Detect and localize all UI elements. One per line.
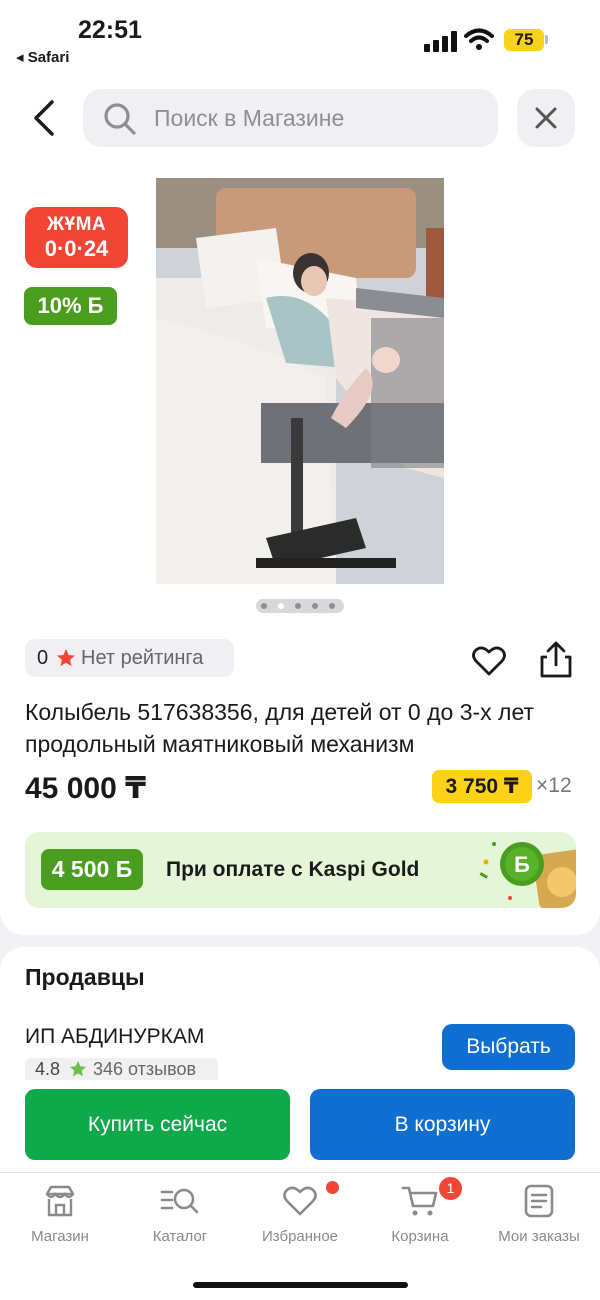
rating-value: 0 xyxy=(37,647,49,669)
rating-text: Нет рейтинга xyxy=(81,647,204,669)
kaspi-gold-card-icon: Б xyxy=(479,842,576,908)
tab-label: Мои заказы xyxy=(498,1228,580,1245)
gallery-dot-active[interactable] xyxy=(278,603,284,609)
back-to-safari[interactable]: ◂ Safari xyxy=(16,48,69,66)
tab-label: Каталог xyxy=(152,1228,208,1245)
search-icon xyxy=(104,103,136,135)
heart-icon xyxy=(283,1186,317,1216)
tab-catalog[interactable]: Каталог xyxy=(125,1184,235,1254)
tab-shop[interactable]: Магазин xyxy=(5,1184,115,1254)
star-icon xyxy=(57,649,75,667)
gallery-dot[interactable] xyxy=(261,603,267,609)
battery-indicator: 75 xyxy=(504,29,544,51)
tab-favorites[interactable]: Избранное xyxy=(245,1184,355,1254)
cart-count-badge: 1 xyxy=(439,1177,462,1200)
favorite-heart-icon[interactable] xyxy=(472,645,506,677)
seller-name[interactable]: ИП АБДИНУРКАМ xyxy=(25,1025,204,1049)
close-icon xyxy=(535,107,557,129)
search-input[interactable]: Поиск в Магазине xyxy=(154,105,344,132)
tab-orders[interactable]: Мои заказы xyxy=(484,1184,594,1254)
gallery-dot[interactable] xyxy=(295,603,301,609)
home-indicator[interactable] xyxy=(193,1282,408,1288)
buy-now-button[interactable]: Купить сейчас xyxy=(25,1089,290,1160)
kaspi-gold-text: При оплате с Kaspi Gold xyxy=(166,858,420,881)
battery-tip xyxy=(545,35,548,44)
close-button[interactable] xyxy=(517,89,575,147)
product-price: 45 000 ₸ xyxy=(25,772,146,805)
bonus-badge: 10% Б xyxy=(24,287,117,325)
rating-pill[interactable]: 0 Нет рейтинга xyxy=(25,639,234,677)
kaspi-gold-bonus: 4 500 Б xyxy=(41,849,143,890)
tab-label: Магазин xyxy=(31,1228,89,1245)
shop-icon xyxy=(45,1185,75,1217)
seller-rating-value: 4.8 xyxy=(35,1059,61,1079)
star-icon xyxy=(69,1060,87,1077)
sellers-title: Продавцы xyxy=(25,964,145,990)
status-time: 22:51 xyxy=(78,16,142,44)
search-bar[interactable]: Поиск в Магазине xyxy=(83,89,498,147)
add-to-cart-button[interactable]: В корзину xyxy=(310,1089,575,1160)
seller-rating: 4.8 346 отзывов xyxy=(25,1058,218,1080)
signal-icon xyxy=(424,30,458,52)
product-title: Колыбель 517638356, для детей от 0 до 3-… xyxy=(25,699,535,757)
installment-months: ×12 xyxy=(536,774,572,797)
favorites-notification-dot xyxy=(326,1181,339,1194)
juma-badge-terms: 0·0·24 xyxy=(44,236,109,261)
share-icon[interactable] xyxy=(539,641,573,679)
back-arrow-icon[interactable] xyxy=(28,96,62,140)
status-bar: 22:51 ◂ Safari 75 xyxy=(0,0,600,80)
choose-seller-button[interactable]: Выбрать xyxy=(442,1024,575,1070)
svg-text:Б: Б xyxy=(514,852,530,877)
installment-amount[interactable]: 3 750 ₸ xyxy=(432,770,532,803)
gallery-pagination[interactable] xyxy=(256,599,344,613)
gallery-dot[interactable] xyxy=(312,603,318,609)
kaspi-gold-banner[interactable]: 4 500 Б При оплате с Kaspi Gold Б xyxy=(25,832,576,908)
gallery-dot[interactable] xyxy=(329,603,335,609)
orders-icon xyxy=(524,1184,554,1218)
seller-reviews: 346 отзывов xyxy=(93,1059,197,1079)
tab-label: Избранное xyxy=(261,1228,339,1245)
product-image[interactable] xyxy=(156,178,444,584)
juma-promo-badge: ЖҰМА 0·0·24 xyxy=(25,207,128,268)
tab-label: Корзина xyxy=(391,1228,449,1245)
cart-icon xyxy=(401,1186,438,1216)
juma-badge-title: ЖҰМА xyxy=(46,214,107,235)
catalog-icon xyxy=(160,1188,199,1214)
wifi-icon xyxy=(464,28,494,50)
